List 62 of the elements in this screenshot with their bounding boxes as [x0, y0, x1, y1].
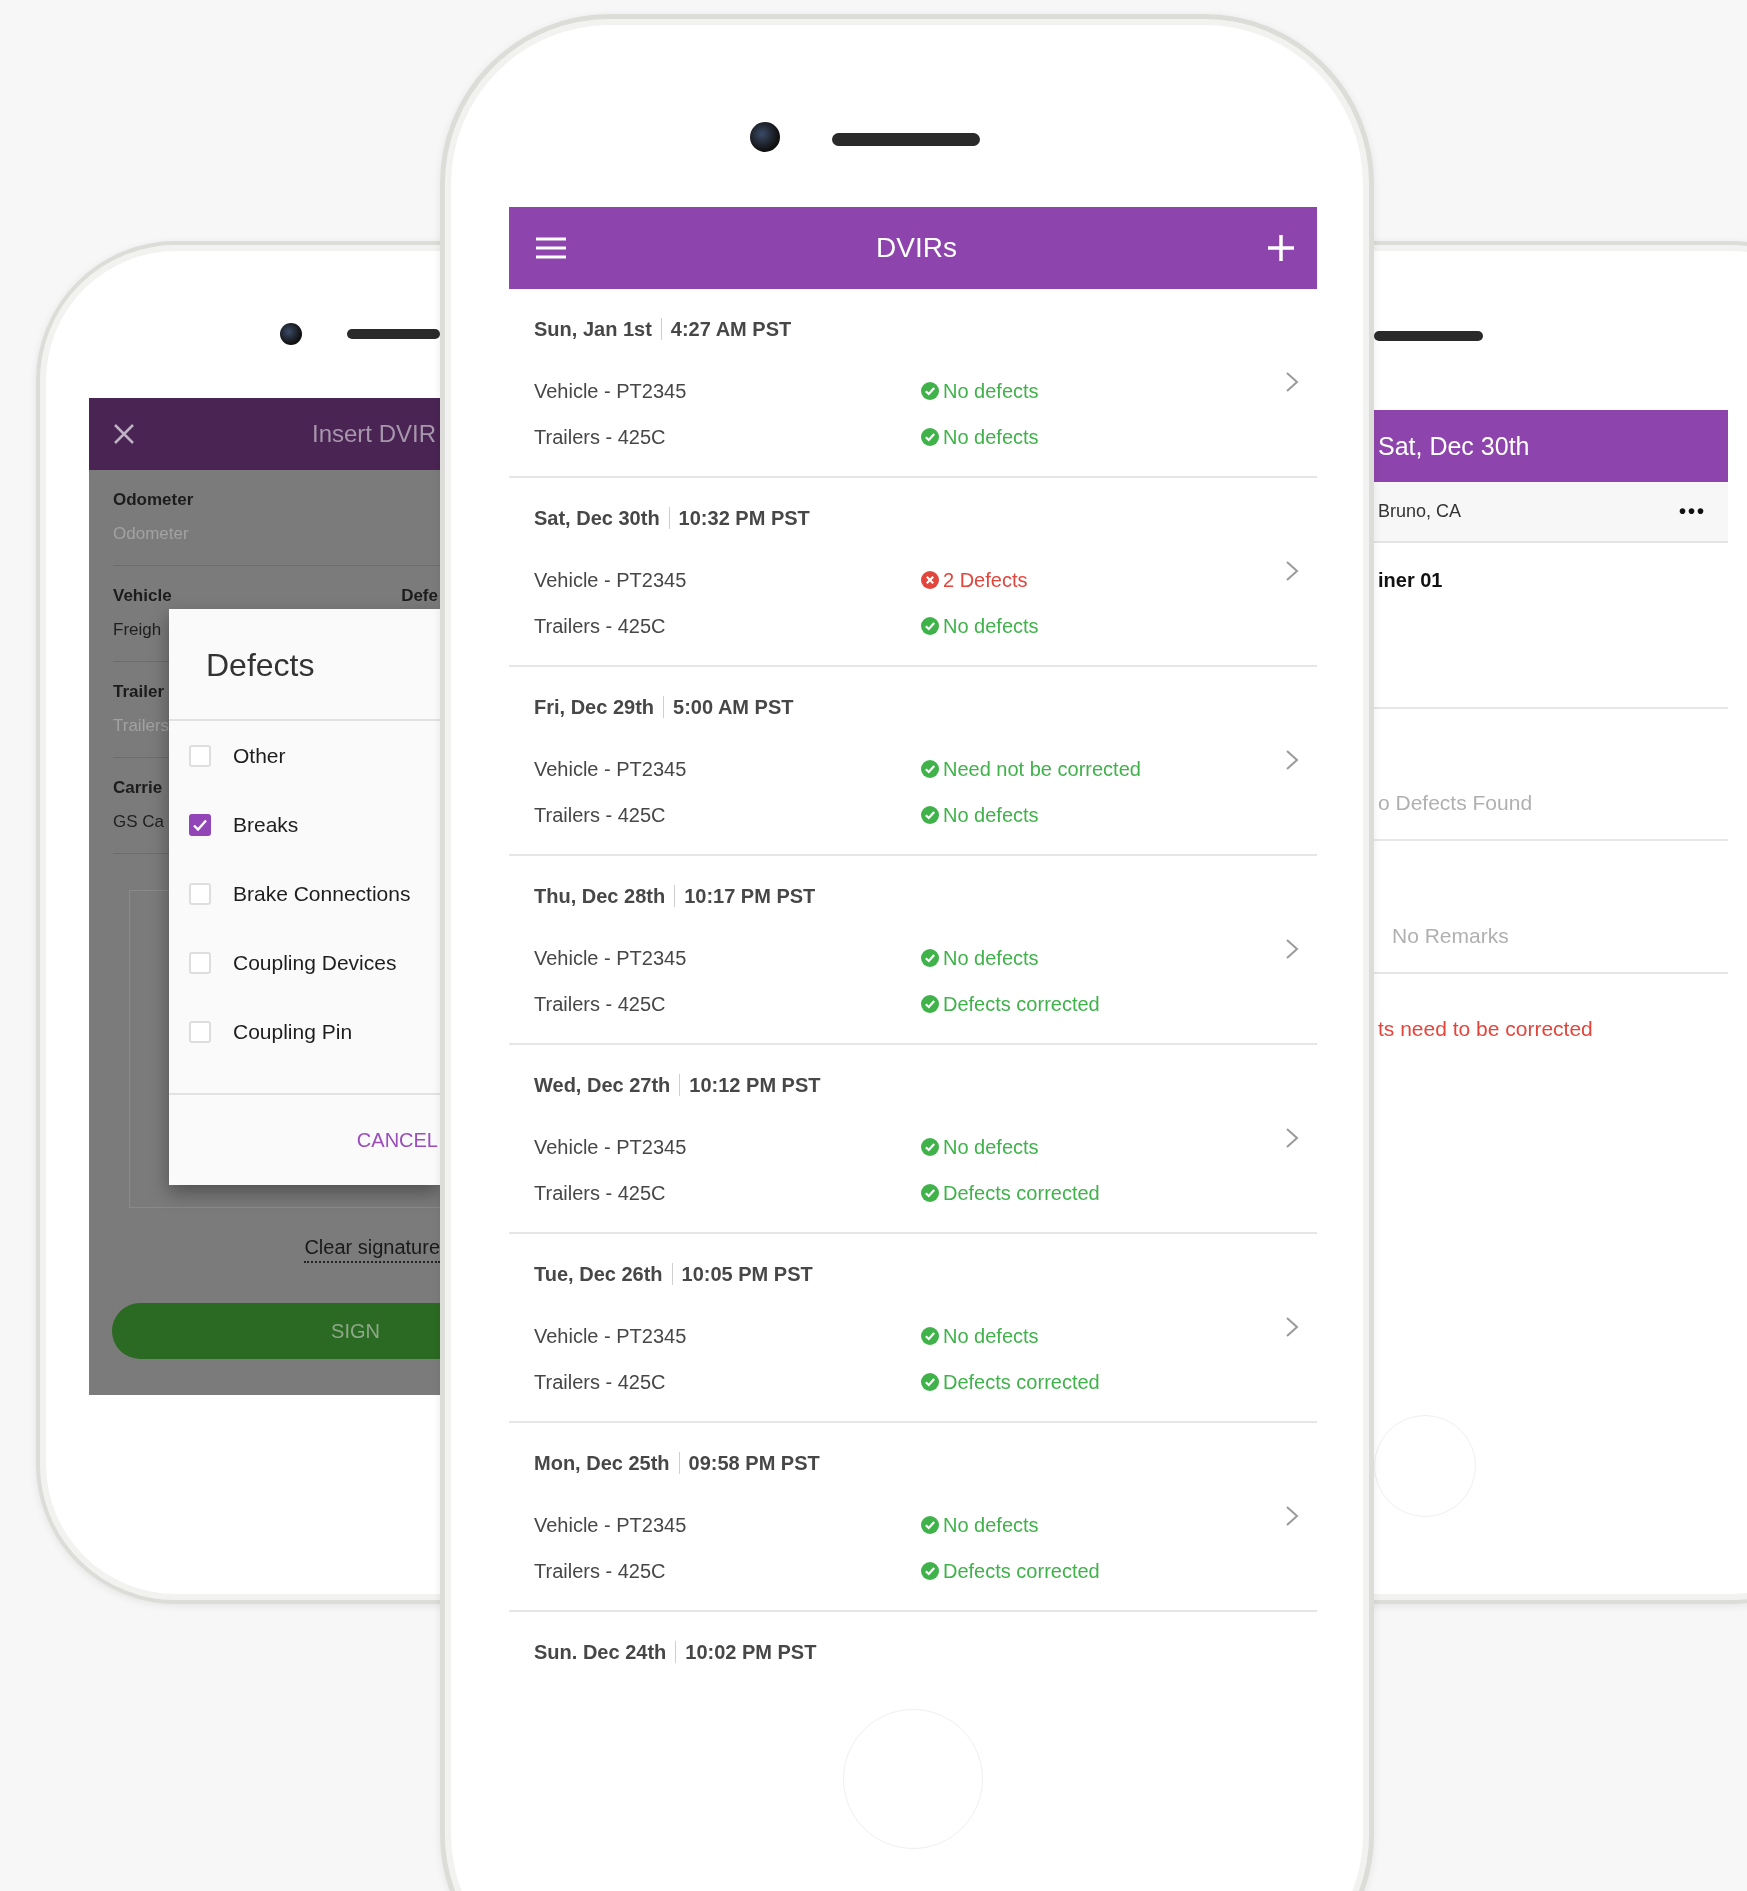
item-label: Vehicle - PT2345: [534, 1513, 688, 1537]
item-label: Trailers - 425C: [534, 1181, 667, 1205]
time-text: 4:27 AM PST: [670, 317, 792, 341]
time-text: 10:12 PM PST: [689, 1073, 821, 1097]
field-label: Trailer: [113, 682, 165, 702]
option-label: Coupling Pin: [233, 1019, 353, 1044]
date-text: Thu, Dec 28th: [534, 884, 666, 908]
warning-text: ts need to be corrected: [1378, 1017, 1593, 1040]
date-text: Mon, Dec 25th: [534, 1451, 670, 1475]
item-label: Trailers - 425C: [534, 425, 667, 449]
screen-title: Sat, Dec 30th: [1378, 431, 1530, 461]
option-label: Brake Connections: [233, 881, 411, 906]
date-text: Tue, Dec 26th: [534, 1262, 663, 1286]
item-label: Trailers - 425C: [534, 1559, 667, 1583]
item-label: Vehicle - PT2345: [534, 568, 688, 592]
status-text: No defects: [943, 803, 1039, 827]
screen-title: Insert DVIR: [311, 420, 436, 448]
defects-text: o Defects Found: [1378, 791, 1533, 814]
item-label: Vehicle - PT2345: [534, 757, 688, 781]
time-text: 5:00 AM PST: [673, 695, 794, 719]
item-label: Vehicle - PT2345: [534, 1135, 688, 1159]
option-label: Other: [233, 743, 286, 768]
date-text: Wed, Dec 27th: [534, 1073, 671, 1097]
time-text: 10:05 PM PST: [681, 1262, 813, 1286]
status-text: No defects: [943, 1513, 1039, 1537]
status-text: No defects: [943, 1324, 1039, 1348]
field-label: Defe: [401, 586, 438, 606]
trailer-name: iner 01: [1378, 569, 1443, 591]
screen-title: DVIRs: [876, 232, 957, 264]
date-text: Sat, Dec 30th: [534, 506, 660, 530]
item-label: Trailers - 425C: [534, 803, 667, 827]
option-label: Breaks: [233, 812, 299, 837]
status-text: No defects: [943, 946, 1039, 970]
item-label: Vehicle - PT2345: [534, 379, 688, 403]
field-label: Carrie: [113, 778, 163, 798]
status-text: Defects corrected: [943, 992, 1100, 1016]
status-text: Defects corrected: [943, 1370, 1100, 1394]
field-label: Vehicle: [113, 586, 172, 606]
status-text: No defects: [943, 379, 1039, 403]
status-text: No defects: [943, 425, 1039, 449]
status-text: Defects corrected: [943, 1559, 1100, 1583]
status-text: 2 Defects: [943, 568, 1028, 592]
status-text: Need not be corrected: [943, 757, 1141, 781]
time-text: 10:02 PM PST: [685, 1640, 817, 1664]
item-label: Vehicle - PT2345: [534, 1324, 688, 1348]
item-label: Trailers - 425C: [534, 992, 667, 1016]
status-text: Defects corrected: [943, 1181, 1100, 1205]
date-text: Sun. Dec 24th: [534, 1640, 667, 1664]
date-text: Sun, Jan 1st: [534, 317, 652, 341]
status-text: No defects: [943, 614, 1039, 638]
item-label: Trailers - 425C: [534, 614, 667, 638]
remarks-text: No Remarks: [1392, 924, 1509, 947]
time-text: 10:32 PM PST: [678, 506, 810, 530]
option-label: Coupling Devices: [233, 950, 397, 975]
field-label: Odometer: [113, 490, 194, 510]
time-text: 10:17 PM PST: [684, 884, 816, 908]
location-text: Bruno, CA: [1378, 501, 1462, 522]
date-text: Fri, Dec 29th: [534, 695, 655, 719]
item-label: Vehicle - PT2345: [534, 946, 688, 970]
item-label: Trailers - 425C: [534, 1370, 667, 1394]
status-text: No defects: [943, 1135, 1039, 1159]
time-text: 09:58 PM PST: [688, 1451, 820, 1475]
